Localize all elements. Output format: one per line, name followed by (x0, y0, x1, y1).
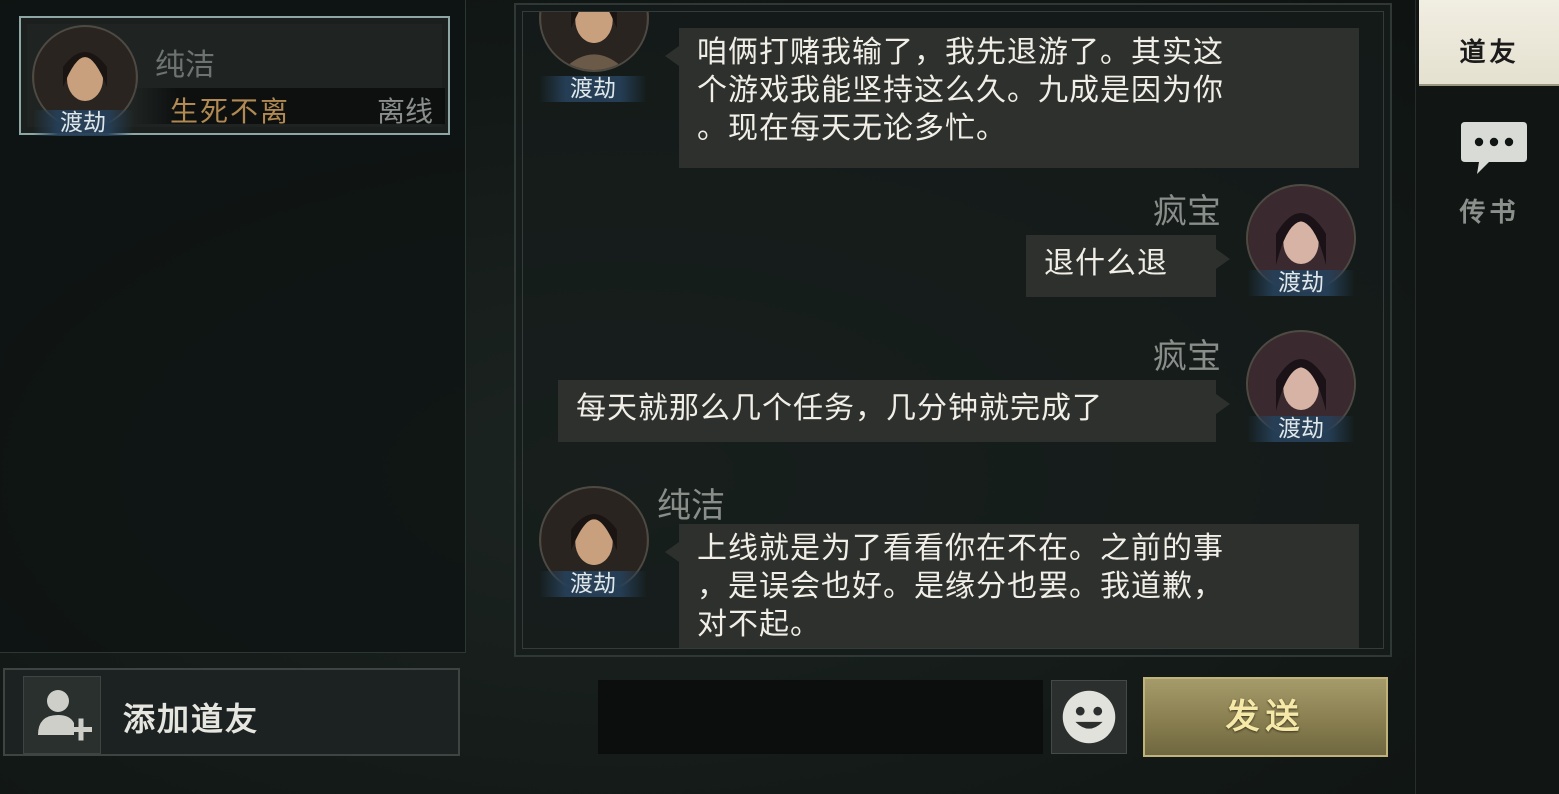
message-realm-tag: 渡劫 (539, 571, 647, 597)
friend-list-item[interactable]: 渡劫 纯洁 生死不离 离线 (19, 16, 450, 136)
message-bubble: 上线就是为了看看你在不在。之前的事 ，是误会也好。是缘分也罢。我道歉， 对不起。 (665, 524, 1359, 648)
friend-card-background: 渡劫 纯洁 生死不离 离线 (27, 24, 445, 136)
message-bubble: 每天就那么几个任务，几分钟就完成了 (558, 380, 1230, 442)
add-user-icon (23, 676, 101, 754)
friend-list-panel: 渡劫 纯洁 生死不离 离线 (0, 0, 466, 653)
add-friend-label: 添加道友 (123, 700, 260, 738)
message-line: 。现在每天无论多忙。 (697, 111, 1007, 146)
friend-name: 纯洁 (155, 48, 215, 83)
chat-panel: 渡劫 咱俩打赌我输了，我先退游了。其实这 个游戏我能坚持这么久。九成是因为你 。… (514, 3, 1392, 657)
tab-letters[interactable]: 传书 (1419, 100, 1559, 230)
message-line: 个游戏我能坚持这么久。九成是因为你 (697, 73, 1224, 108)
message-line: ，是误会也好。是缘分也罢。我道歉， (697, 569, 1224, 604)
emoji-face-icon (1062, 690, 1116, 744)
tab-friends[interactable]: 道友 (1419, 0, 1559, 86)
message-line: 每天就那么几个任务，几分钟就完成了 (576, 391, 1103, 426)
friend-realm-tag: 渡劫 (33, 110, 133, 136)
send-button[interactable]: 发送 (1143, 677, 1388, 757)
tab-bar: 道友 传书 (1415, 0, 1559, 794)
message-sender: 纯洁 (657, 486, 725, 526)
message-sender: 疯宝 (1153, 192, 1221, 232)
message-line: 对不起。 (697, 607, 821, 642)
message-line: 退什么退 (1044, 246, 1168, 281)
add-friend-button[interactable]: 添加道友 (3, 668, 460, 756)
message-realm-tag: 渡劫 (1247, 416, 1355, 442)
message-realm-tag: 渡劫 (539, 76, 647, 102)
message-avatar (539, 12, 649, 72)
tab-friends-label: 道友 (1459, 38, 1520, 68)
friend-relation: 生死不离 (170, 95, 291, 128)
emoji-button[interactable] (1051, 680, 1127, 754)
chat-message-input[interactable] (598, 680, 1043, 754)
message-line: 咱俩打赌我输了，我先退游了。其实这 (697, 35, 1224, 70)
friend-info-row: 生死不离 离线 (132, 88, 445, 128)
message-bubble: 退什么退 (1026, 235, 1230, 297)
message-bubble: 咱俩打赌我输了，我先退游了。其实这 个游戏我能坚持这么久。九成是因为你 。现在每… (665, 28, 1359, 168)
friend-status: 离线 (376, 95, 433, 128)
message-realm-tag: 渡劫 (1247, 270, 1355, 296)
chat-message-list[interactable]: 渡劫 咱俩打赌我输了，我先退游了。其实这 个游戏我能坚持这么久。九成是因为你 。… (522, 11, 1384, 649)
tab-letters-label: 传书 (1459, 198, 1520, 228)
male-portrait-icon (542, 12, 646, 70)
message-line: 上线就是为了看看你在不在。之前的事 (697, 531, 1224, 566)
message-sender: 疯宝 (1153, 337, 1221, 377)
